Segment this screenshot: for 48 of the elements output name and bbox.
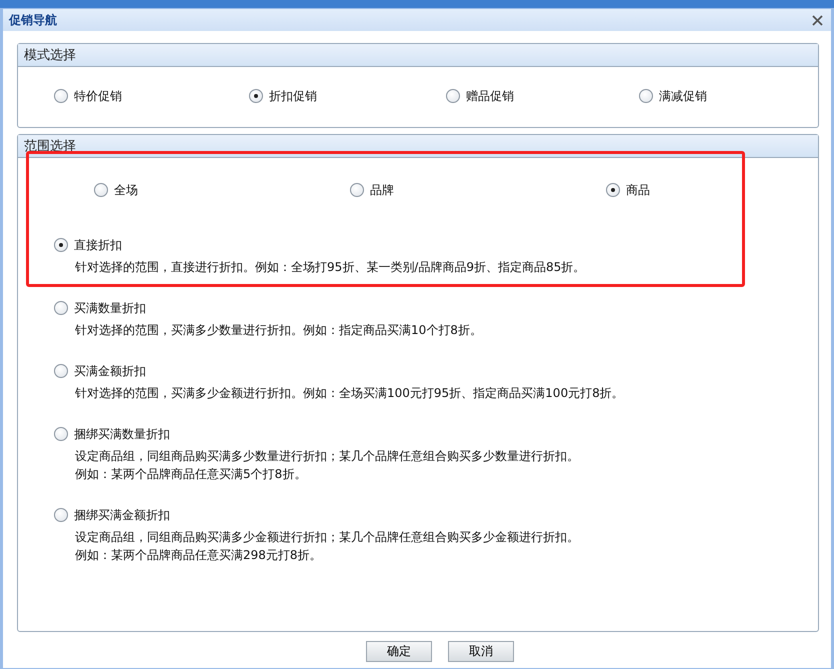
- radio-button[interactable]: [249, 89, 263, 103]
- option-description: 例如：某两个品牌商品任意买满5个打8折。: [74, 466, 308, 483]
- option-label: 捆绑买满数量折扣: [74, 426, 170, 442]
- dialog-button[interactable]: 取消: [448, 641, 514, 662]
- dialog-button[interactable]: 确定: [366, 641, 432, 662]
- option-label: 满减促销: [659, 88, 707, 104]
- option-description: 设定商品组，同组商品购买满多少数量进行折扣；某几个品牌任意组合购买多少数量进行折扣。: [74, 448, 580, 465]
- option-label: 全场: [114, 182, 138, 198]
- option-description: 针对选择的范围，买满多少金额进行折扣。例如：全场买满100元打95折、指定商品买满100元打8折。: [74, 385, 625, 402]
- radio-option[interactable]: 捆绑买满数量折扣: [54, 424, 170, 444]
- radio-option[interactable]: 品牌: [350, 180, 394, 200]
- radio-button[interactable]: [94, 183, 108, 197]
- option-label: 买满数量折扣: [74, 300, 146, 316]
- window-title: 促销导航: [9, 12, 57, 28]
- panel-title: 模式选择: [24, 47, 76, 64]
- radio-option[interactable]: 特价促销: [54, 86, 122, 106]
- option-description: 针对选择的范围，买满多少数量进行折扣。例如：指定商品买满10个打8折。: [74, 322, 483, 339]
- radio-button[interactable]: [54, 89, 68, 103]
- radio-button[interactable]: [639, 89, 653, 103]
- radio-option[interactable]: 折扣促销: [249, 86, 317, 106]
- radio-option[interactable]: 买满金额折扣: [54, 361, 146, 381]
- radio-option[interactable]: 买满数量折扣: [54, 298, 146, 318]
- close-icon[interactable]: [812, 14, 823, 26]
- radio-button[interactable]: [54, 364, 68, 378]
- radio-option[interactable]: 直接折扣: [54, 235, 122, 255]
- option-label: 商品: [626, 182, 650, 198]
- option-label: 直接折扣: [74, 236, 122, 254]
- radio-option[interactable]: 商品: [606, 180, 650, 200]
- option-description: 例如：某两个品牌商品任意买满298元打8折。: [74, 547, 323, 564]
- radio-button[interactable]: [446, 89, 460, 103]
- option-description: 设定商品组，同组商品购买满多少金额进行折扣；某几个品牌任意组合购买多少金额进行折扣。: [74, 529, 580, 546]
- option-label: 折扣促销: [269, 88, 317, 104]
- radio-button[interactable]: [54, 508, 68, 522]
- option-description: 针对选择的范围，直接进行折扣。例如：全场打95折、某一类别/品牌商品9折、指定商品85折。: [74, 259, 586, 276]
- radio-option[interactable]: 捆绑买满金额折扣: [54, 505, 170, 525]
- option-label: 捆绑买满金额折扣: [74, 506, 170, 524]
- radio-button[interactable]: [54, 238, 68, 252]
- radio-option[interactable]: 赠品促销: [446, 86, 514, 106]
- radio-button[interactable]: [606, 183, 620, 197]
- option-label: 赠品促销: [466, 88, 514, 104]
- radio-button[interactable]: [350, 183, 364, 197]
- radio-button[interactable]: [54, 427, 68, 441]
- option-label: 品牌: [370, 182, 394, 198]
- option-label: 买满金额折扣: [74, 362, 146, 380]
- radio-button[interactable]: [54, 301, 68, 315]
- radio-option[interactable]: 全场: [94, 180, 138, 200]
- radio-option[interactable]: 满减促销: [639, 86, 707, 106]
- option-label: 特价促销: [74, 88, 122, 104]
